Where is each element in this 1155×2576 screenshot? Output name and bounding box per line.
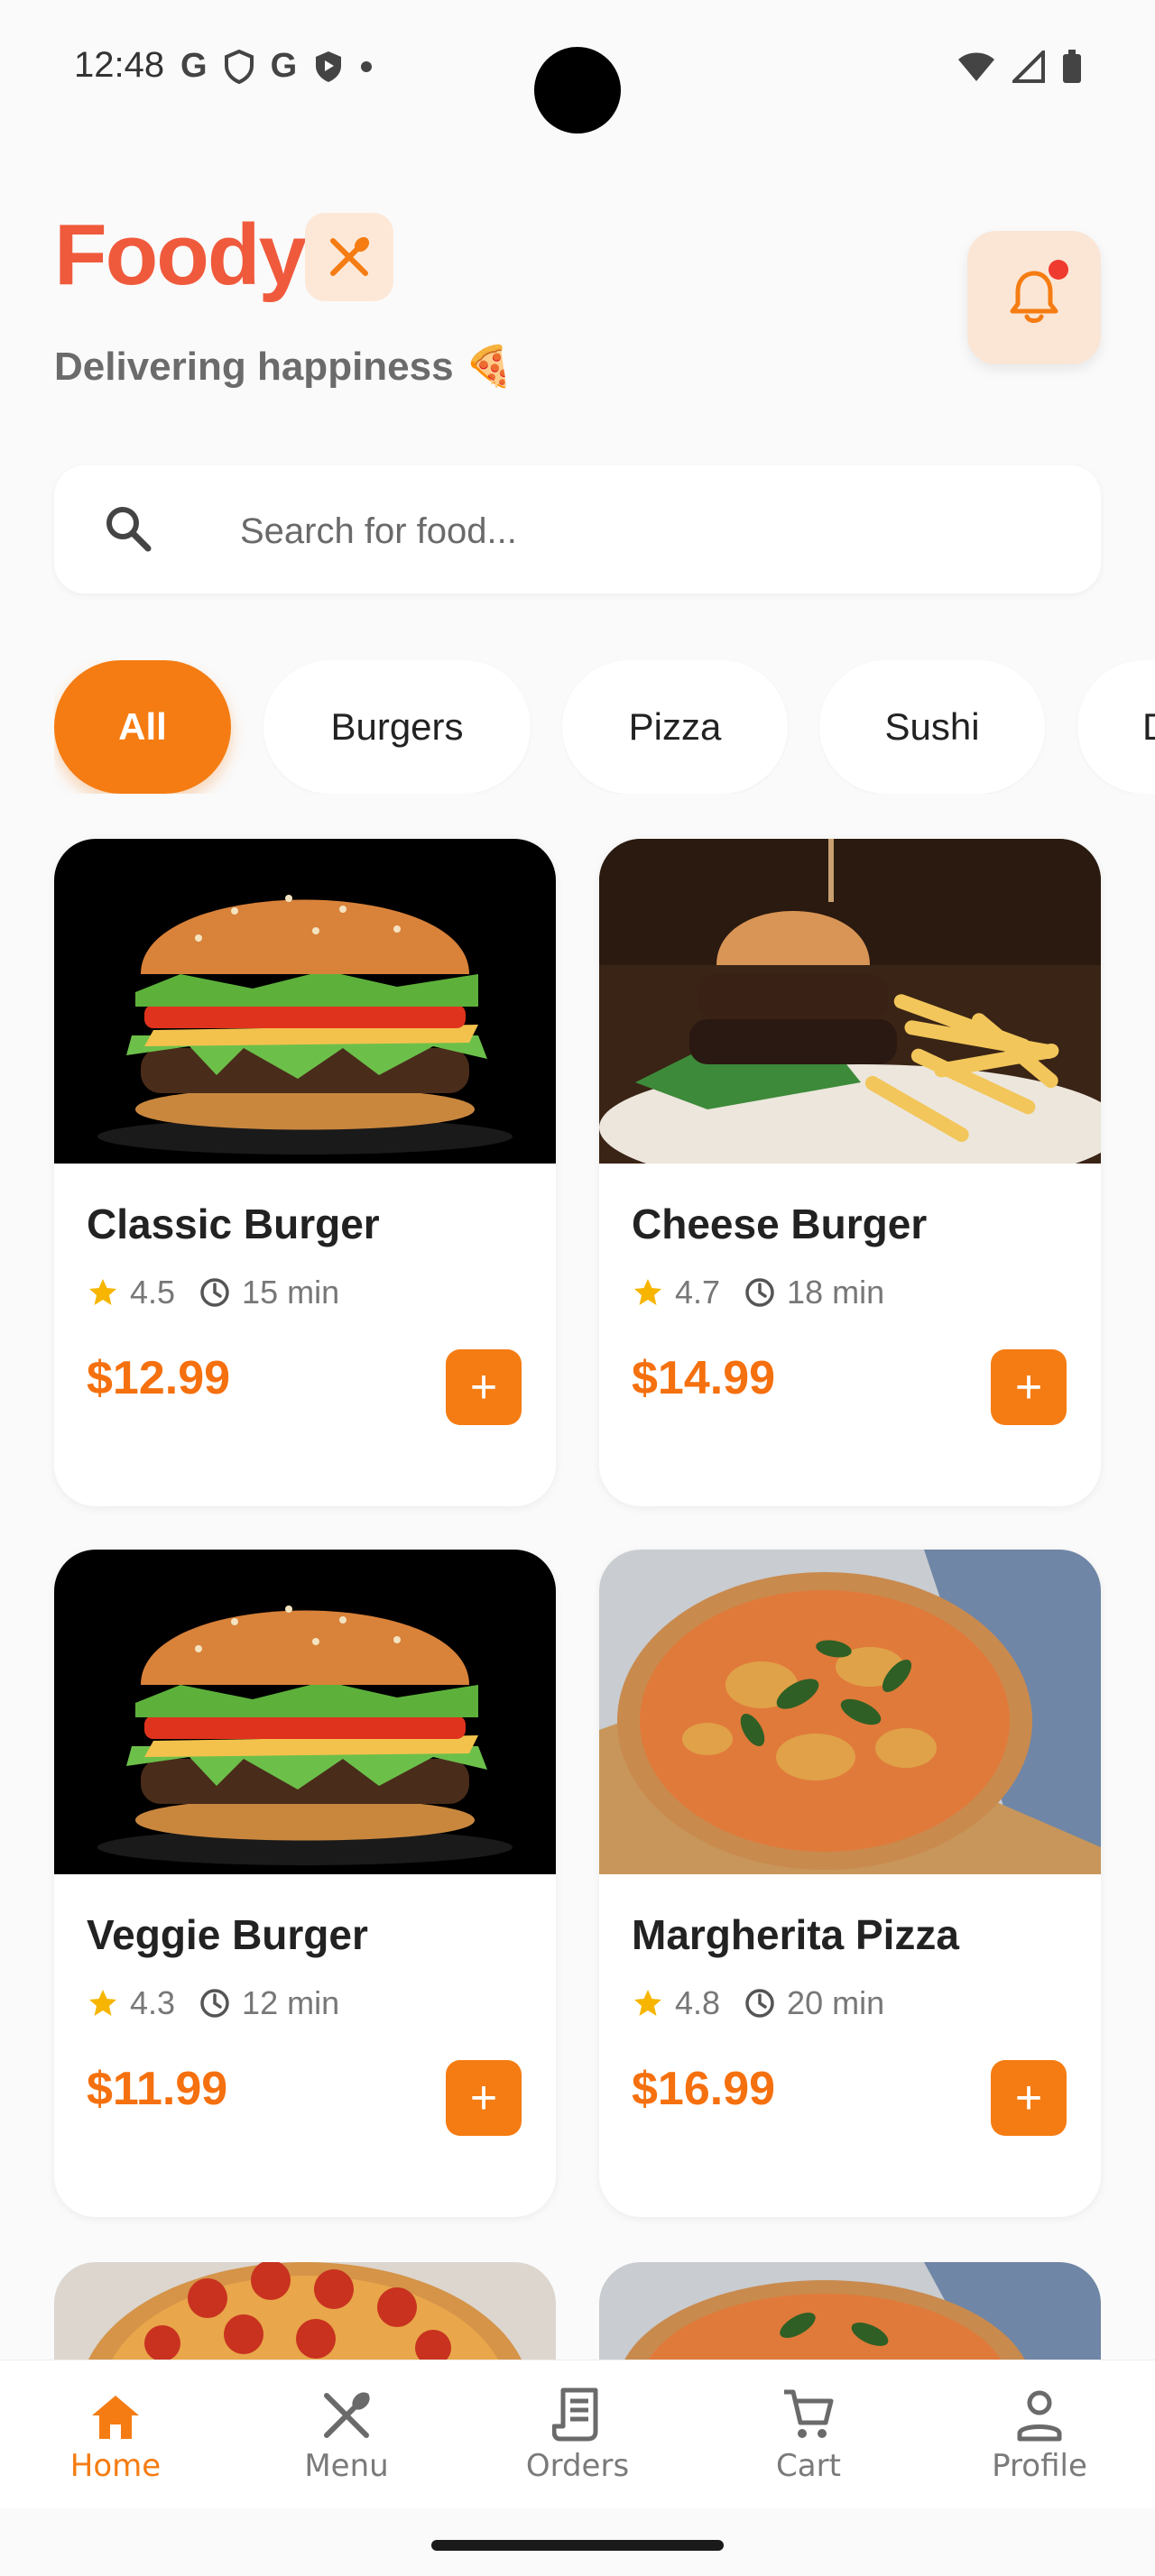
google-icon: G [180, 47, 208, 85]
food-rating: 4.3 [130, 1984, 176, 2021]
food-price: $16.99 [632, 2063, 776, 2115]
status-system-icons [956, 49, 1083, 85]
category-chips: All Burgers Pizza Sushi D [54, 660, 1155, 794]
category-chip-burgers[interactable]: Burgers [263, 660, 531, 794]
search-icon [106, 507, 152, 552]
category-chip-pizza[interactable]: Pizza [562, 660, 788, 794]
status-bar: 12:48 G G [0, 0, 1155, 144]
nav-label: Menu [304, 2448, 389, 2484]
tagline: Delivering happiness 🍕 [54, 345, 514, 389]
nav-label: Cart [776, 2448, 841, 2484]
clock-icon [744, 1276, 776, 1309]
food-image [599, 1550, 1101, 1874]
receipt-icon [552, 2387, 598, 2442]
star-icon [87, 1987, 119, 2019]
food-meta: 4.8 20 min [632, 1984, 884, 2022]
category-chip-all[interactable]: All [54, 660, 231, 794]
utensils-icon [324, 2392, 370, 2438]
food-image [599, 2262, 1101, 2361]
add-to-cart-button[interactable]: + [991, 1349, 1067, 1425]
clock-icon [199, 1987, 231, 2019]
star-icon [632, 1276, 664, 1309]
food-card-partial[interactable] [54, 2262, 556, 2361]
search-bar[interactable] [54, 465, 1101, 593]
clock-icon [199, 1276, 231, 1309]
food-card[interactable]: Classic Burger 4.5 15 min $12.99 + [54, 839, 556, 1506]
status-notification-icons: G G [180, 47, 373, 86]
battery-icon [1063, 50, 1081, 83]
star-icon [87, 1276, 119, 1309]
nav-label: Orders [525, 2448, 630, 2484]
add-to-cart-button[interactable]: + [446, 1349, 522, 1425]
status-time: 12:48 [74, 45, 165, 85]
food-card[interactable]: Cheese Burger 4.7 18 min $14.99 + [599, 839, 1101, 1506]
food-meta: 4.5 15 min [87, 1274, 339, 1311]
food-meta: 4.7 18 min [632, 1274, 884, 1311]
nav-menu[interactable]: Menu [231, 2360, 462, 2508]
star-icon [632, 1987, 664, 2019]
notification-button[interactable] [967, 231, 1101, 364]
nav-profile[interactable]: Profile [924, 2360, 1155, 2508]
food-time: 20 min [787, 1984, 885, 2021]
nav-label: Home [69, 2448, 162, 2484]
notification-dot [1049, 260, 1068, 280]
add-to-cart-button[interactable]: + [446, 2060, 522, 2136]
food-rating: 4.5 [130, 1274, 176, 1311]
food-price: $11.99 [87, 2063, 228, 2115]
nav-cart[interactable]: Cart [693, 2360, 924, 2508]
food-name: Margherita Pizza [632, 1911, 959, 1958]
nav-label: Profile [992, 2448, 1087, 2484]
clock-icon [744, 1987, 776, 2019]
food-time: 12 min [242, 1984, 340, 2021]
food-rating: 4.8 [675, 1984, 721, 2021]
nav-home[interactable]: Home [0, 2360, 231, 2508]
food-name: Veggie Burger [87, 1911, 368, 1958]
camera-cutout [534, 47, 621, 133]
food-time: 18 min [787, 1274, 885, 1311]
category-chip-partial[interactable]: D [1077, 660, 1155, 794]
plus-icon: + [1014, 1361, 1043, 1413]
food-time: 15 min [242, 1274, 340, 1311]
shield-icon [224, 49, 254, 84]
plus-icon: + [469, 1361, 498, 1413]
utensils-icon [330, 236, 370, 276]
bottom-navigation: Home Menu Orders Cart Profile [0, 2360, 1155, 2508]
search-input[interactable] [238, 505, 1054, 557]
food-name: Classic Burger [87, 1201, 380, 1247]
home-icon [92, 2396, 139, 2439]
food-price: $14.99 [632, 1352, 776, 1404]
wifi-icon [958, 52, 994, 81]
person-icon [1017, 2390, 1062, 2442]
food-card-partial[interactable] [599, 2262, 1101, 2361]
food-meta: 4.3 12 min [87, 1984, 339, 2022]
brand-title: Foody [54, 207, 307, 303]
cart-icon [784, 2389, 834, 2438]
google-icon: G [270, 47, 298, 85]
plus-icon: + [1014, 2072, 1043, 2124]
brand-badge [305, 213, 393, 301]
plus-icon: + [469, 2072, 498, 2124]
signal-icon [1012, 51, 1045, 83]
add-to-cart-button[interactable]: + [991, 2060, 1067, 2136]
food-card[interactable]: Margherita Pizza 4.8 20 min $16.99 + [599, 1550, 1101, 2217]
food-card[interactable]: Veggie Burger 4.3 12 min $11.99 + [54, 1550, 556, 2217]
food-image [599, 839, 1101, 1164]
nav-orders[interactable]: Orders [462, 2360, 693, 2508]
food-image [54, 839, 556, 1164]
play-shield-icon [316, 51, 342, 82]
food-image [54, 1550, 556, 1874]
category-chip-sushi[interactable]: Sushi [819, 660, 1045, 794]
food-image [54, 2262, 556, 2361]
dot-icon [361, 60, 373, 72]
food-price: $12.99 [87, 1352, 231, 1404]
food-rating: 4.7 [675, 1274, 721, 1311]
food-name: Cheese Burger [632, 1201, 928, 1247]
home-indicator[interactable] [431, 2540, 724, 2551]
